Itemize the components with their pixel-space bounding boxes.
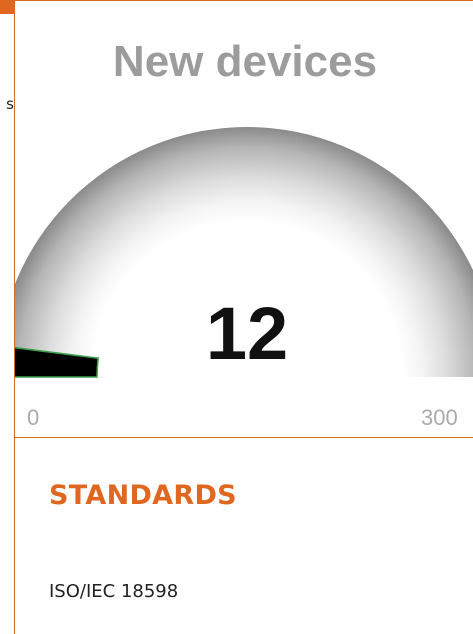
gauge-max-label: 300 [421,405,458,430]
standards-heading: STANDARDS [49,480,237,511]
standard-item: ISO/IEC 18598 [49,581,179,602]
device-card: New devices 12 0 300 STANDARDS ISO/IEC 1… [14,0,473,634]
left-column: s [0,0,14,634]
section-divider [15,437,473,438]
page: s New devices 12 0 300 STANDARDS ISO/IEC… [0,0,473,634]
left-clipped-text: s [0,94,14,114]
gauge-value: 12 [205,292,289,375]
gauge-min-label: 0 [27,405,40,430]
left-accent-bar [0,0,14,14]
left-clipped-label: s [6,95,14,113]
